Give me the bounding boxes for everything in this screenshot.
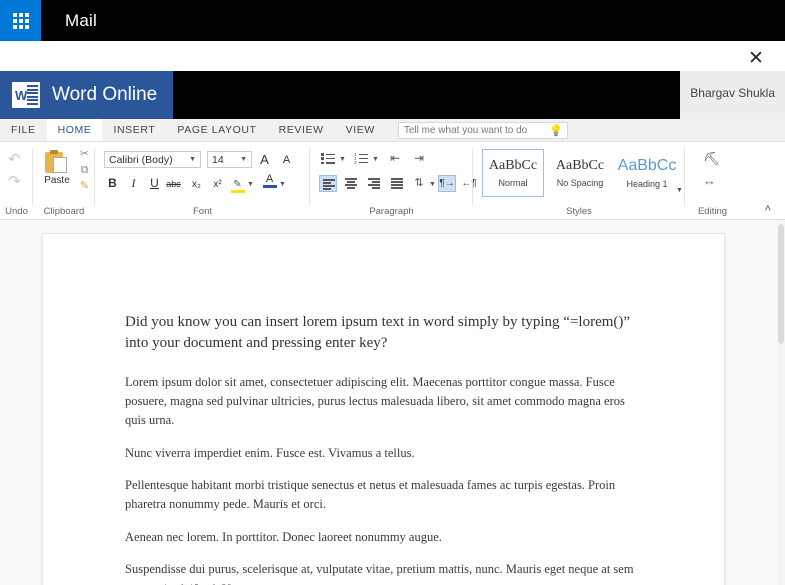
document-paragraph: Aenean nec lorem. In porttitor. Donec la… xyxy=(125,529,442,544)
font-size-value: 14 xyxy=(212,153,224,166)
font-size-combo[interactable]: 14 ▼ xyxy=(207,151,252,168)
bullet-list-icon[interactable] xyxy=(319,150,337,167)
style-name-text: Heading 1 xyxy=(626,179,668,189)
user-account-name[interactable]: Bhargav Shukla xyxy=(690,86,775,100)
ribbon-group-styles: AaBbCc Normal AaBbCc No Spacing AaBbCc H… xyxy=(473,142,685,220)
word-brand[interactable]: W Word Online xyxy=(0,71,173,119)
paste-icon[interactable] xyxy=(45,150,69,173)
replace-icon[interactable]: ↔ xyxy=(703,173,716,188)
undo-button[interactable]: ↶ xyxy=(8,150,21,168)
scrollbar-thumb[interactable] xyxy=(778,224,784,344)
style-normal[interactable]: AaBbCc Normal xyxy=(482,149,544,197)
ribbon-tab-strip: FILE HOME INSERT PAGE LAYOUT REVIEW VIEW… xyxy=(0,119,785,142)
left-to-right-icon[interactable]: ¶→ xyxy=(438,175,456,192)
italic-button[interactable]: I xyxy=(125,175,142,192)
document-heading: Did you know you can insert lorem ipsum … xyxy=(125,314,631,352)
group-label-styles: Styles xyxy=(566,206,592,217)
tab-review[interactable]: REVIEW xyxy=(268,119,335,141)
format-painter-icon[interactable]: ✎ xyxy=(78,180,91,193)
font-color-letter: A xyxy=(265,173,274,185)
style-sample-text: AaBbCc xyxy=(617,157,677,174)
document-paragraph: Suspendisse dui purus, scelerisque at, v… xyxy=(125,562,634,585)
tab-view[interactable]: VIEW xyxy=(335,119,386,141)
style-heading-1[interactable]: AaBbCc Heading 1 xyxy=(616,149,678,197)
chevron-down-icon: ▼ xyxy=(189,156,196,163)
document-paragraph: Nunc viverra imperdiet enim. Fusce est. … xyxy=(125,445,415,460)
highlight-chevron-down-icon[interactable]: ▼ xyxy=(247,181,254,188)
document-canvas: Did you know you can insert lorem ipsum … xyxy=(0,220,785,585)
style-sample-text: AaBbCc xyxy=(488,158,538,173)
tab-insert[interactable]: INSERT xyxy=(102,119,166,141)
font-family-combo[interactable]: Calibri (Body) ▼ xyxy=(104,151,201,168)
ribbon-group-clipboard: Paste ✂ ⧉ ✎ Clipboard xyxy=(33,142,95,220)
group-label-clipboard: Clipboard xyxy=(43,206,85,217)
style-no-spacing[interactable]: AaBbCc No Spacing xyxy=(549,149,611,197)
superscript-button[interactable]: x² xyxy=(209,176,226,193)
ribbon-group-editing: ⛏ ↔ Editing xyxy=(685,142,740,220)
group-label-paragraph: Paragraph xyxy=(369,206,414,217)
subscript-button[interactable]: x₂ xyxy=(188,176,205,193)
ribbon-group-paragraph: ▼ 1 2 3 ▼ ⇤ ⇥ ⇅ ▼ ¶→ ←¶ Paragraph xyxy=(310,142,477,220)
chevron-down-icon: ▼ xyxy=(240,156,247,163)
bold-button[interactable]: B xyxy=(104,175,121,192)
collapse-ribbon-chevron-icon[interactable]: ˄ xyxy=(765,203,771,215)
document-paragraph: Lorem ipsum dolor sit amet, consectetuer… xyxy=(125,374,625,428)
underline-button[interactable]: U xyxy=(146,175,163,192)
group-label-undo: Undo xyxy=(5,206,28,217)
ribbon: ↶ ↷ Undo Paste ✂ ⧉ ✎ Clipboard Calibri (… xyxy=(0,142,785,220)
shrink-font-icon[interactable]: A xyxy=(278,152,295,169)
font-family-value: Calibri (Body) xyxy=(109,153,173,166)
tab-page-layout[interactable]: PAGE LAYOUT xyxy=(166,119,267,141)
app-launcher-waffle-icon[interactable] xyxy=(0,0,41,41)
align-center-icon[interactable] xyxy=(342,175,360,192)
line-spacing-chevron-down-icon[interactable]: ▼ xyxy=(429,181,436,188)
find-binoculars-icon[interactable]: ⛏ xyxy=(703,151,720,167)
word-logo-lines xyxy=(27,85,38,105)
document-page[interactable]: Did you know you can insert lorem ipsum … xyxy=(42,233,725,585)
ribbon-group-font: Calibri (Body) ▼ 14 ▼ A A B I U abc x₂ x… xyxy=(95,142,310,220)
style-name-text: Normal xyxy=(498,178,528,188)
paste-button-label[interactable]: Paste xyxy=(33,175,81,186)
style-name-text: No Spacing xyxy=(556,178,604,188)
text-highlight-icon[interactable]: ✎ xyxy=(229,175,246,193)
justify-icon[interactable] xyxy=(388,175,406,192)
copy-icon[interactable]: ⧉ xyxy=(78,164,91,177)
strikethrough-button[interactable]: abc xyxy=(165,176,182,193)
cut-icon[interactable]: ✂ xyxy=(78,148,91,161)
numbered-list-icon[interactable]: 1 2 3 xyxy=(352,150,370,167)
waffle-grid xyxy=(12,12,29,29)
close-icon[interactable]: ✕ xyxy=(743,45,769,71)
suite-app-title: Mail xyxy=(65,10,97,30)
tell-me-placeholder: Tell me what you want to do xyxy=(403,124,528,136)
align-right-icon[interactable] xyxy=(365,175,383,192)
vertical-scrollbar[interactable] xyxy=(777,220,785,585)
line-spacing-icon[interactable]: ⇅ xyxy=(410,175,428,192)
font-color-icon[interactable]: A xyxy=(261,174,278,191)
group-label-font: Font xyxy=(192,206,212,217)
redacted-title-bar xyxy=(173,71,680,119)
decrease-indent-icon[interactable]: ⇤ xyxy=(386,150,404,167)
word-logo-icon: W xyxy=(12,82,40,108)
office-suite-bar: Mail xyxy=(0,0,785,41)
grow-font-icon[interactable]: A xyxy=(256,151,273,168)
bullets-chevron-down-icon[interactable]: ▼ xyxy=(339,156,346,163)
group-label-editing: Editing xyxy=(697,206,728,217)
tab-file[interactable]: FILE xyxy=(0,119,47,141)
product-name: Word Online xyxy=(52,84,158,105)
align-left-icon[interactable] xyxy=(319,175,337,192)
numbering-chevron-down-icon[interactable]: ▼ xyxy=(372,156,379,163)
tell-me-input[interactable]: Tell me what you want to do 💡 xyxy=(397,121,568,139)
ribbon-group-undo: ↶ ↷ Undo xyxy=(0,142,33,220)
increase-indent-icon[interactable]: ⇥ xyxy=(410,150,428,167)
font-color-chevron-down-icon[interactable]: ▼ xyxy=(279,181,286,188)
document-paragraph: Pellentesque habitant morbi tristique se… xyxy=(125,478,616,512)
tab-home[interactable]: HOME xyxy=(46,119,103,141)
style-sample-text: AaBbCc xyxy=(555,158,605,173)
document-body[interactable]: Did you know you can insert lorem ipsum … xyxy=(125,312,645,585)
lightbulb-icon: 💡 xyxy=(549,124,563,137)
styles-more-chevron-icon[interactable]: ▼ xyxy=(676,187,683,194)
word-logo-letter: W xyxy=(15,87,28,103)
redo-button[interactable]: ↷ xyxy=(8,172,21,190)
